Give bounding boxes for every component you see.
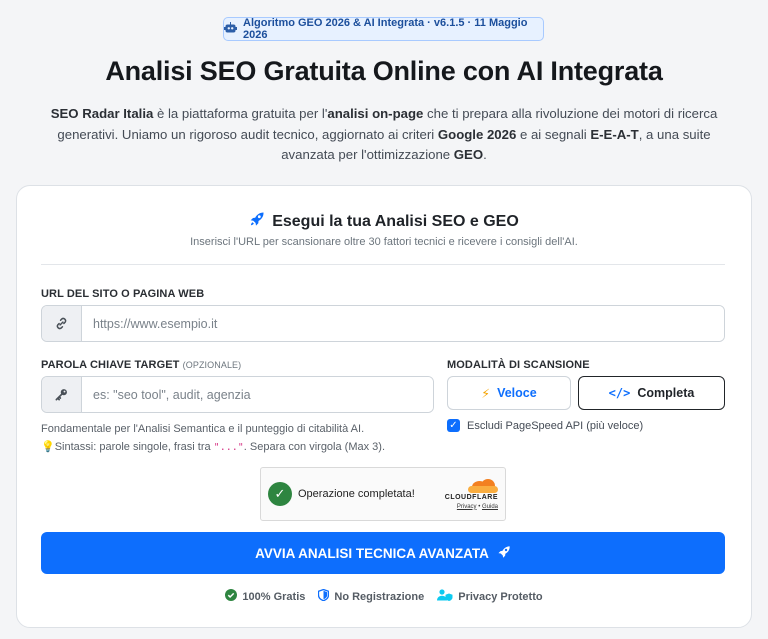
scan-mode-label: MODALITÀ DI SCANSIONE <box>447 359 590 371</box>
mode-full-button[interactable]: </> Completa <box>578 376 725 410</box>
url-input-group <box>41 305 725 342</box>
version-badge: Algoritmo GEO 2026 & AI Integrata · v6.1… <box>223 17 544 41</box>
user-shield-icon <box>437 589 453 604</box>
url-input[interactable] <box>82 306 724 341</box>
trust-badges: 100% Gratis No Registrazione Privacy Pro… <box>0 588 768 604</box>
robot-icon <box>224 22 237 36</box>
captcha-privacy-link[interactable]: Privacy <box>457 504 477 510</box>
trust-no-registration: No Registrazione <box>318 588 424 604</box>
keyword-input-group <box>41 376 434 413</box>
form-title-text: Esegui la tua Analisi SEO e GEO <box>272 212 519 230</box>
cloudflare-logo: CLOUDFLARE Privacy • Guida <box>444 478 498 510</box>
intro-brand: SEO Radar Italia <box>50 106 154 121</box>
key-icon <box>42 377 82 412</box>
pagespeed-checkbox[interactable]: ✓ <box>447 419 460 432</box>
captcha-guide-link[interactable]: Guida <box>482 504 498 510</box>
captcha-status: Operazione completata! <box>298 488 415 500</box>
bolt-icon: ⚡ <box>481 386 491 401</box>
url-label: URL DEL SITO O PAGINA WEB <box>41 288 205 300</box>
keyword-help-text: Fondamentale per l'Analisi Semantica e i… <box>41 423 365 435</box>
submit-analysis-button[interactable]: AVVIA ANALISI TECNICA AVANZATA <box>41 532 725 574</box>
syntax-code: "..." <box>213 442 244 453</box>
captcha-widget[interactable]: ✓ Operazione completata! CLOUDFLARE Priv… <box>260 467 506 521</box>
trust-privacy: Privacy Protetto <box>437 589 543 604</box>
keyword-input[interactable] <box>82 377 433 412</box>
divider <box>41 264 725 265</box>
checkmark-icon: ✓ <box>268 482 292 506</box>
optional-tag: (OPZIONALE) <box>182 360 242 370</box>
form-title: Esegui la tua Analisi SEO e GEO <box>0 211 768 232</box>
shield-icon <box>318 588 330 604</box>
keyword-label: PAROLA CHIAVE TARGET (OPZIONALE) <box>41 359 242 371</box>
rocket-icon <box>497 545 511 562</box>
cloudflare-wordmark: CLOUDFLARE <box>444 493 498 501</box>
rocket-icon <box>249 211 265 232</box>
trust-free: 100% Gratis <box>225 589 305 604</box>
form-subtitle: Inserisci l'URL per scansionare oltre 30… <box>190 236 578 248</box>
intro-paragraph: SEO Radar Italia è la piattaforma gratui… <box>50 106 718 162</box>
mode-fast-button[interactable]: ⚡ Veloce <box>447 376 571 410</box>
cloud-icon <box>464 478 498 493</box>
check-circle-icon <box>225 589 238 604</box>
link-icon <box>42 306 82 341</box>
code-icon: </> <box>608 386 631 400</box>
keyword-syntax-hint: 💡Sintassi: parole singole, frasi tra "..… <box>41 441 386 453</box>
lightbulb-icon: 💡 <box>41 441 55 453</box>
pagespeed-label: Escludi PageSpeed API (più veloce) <box>467 419 644 432</box>
version-badge-text: Algoritmo GEO 2026 & AI Integrata · v6.1… <box>243 17 528 41</box>
page-title: Analisi SEO Gratuita Online con AI Integ… <box>105 56 663 86</box>
pagespeed-toggle[interactable]: ✓ Escludi PageSpeed API (più veloce) <box>447 419 643 432</box>
